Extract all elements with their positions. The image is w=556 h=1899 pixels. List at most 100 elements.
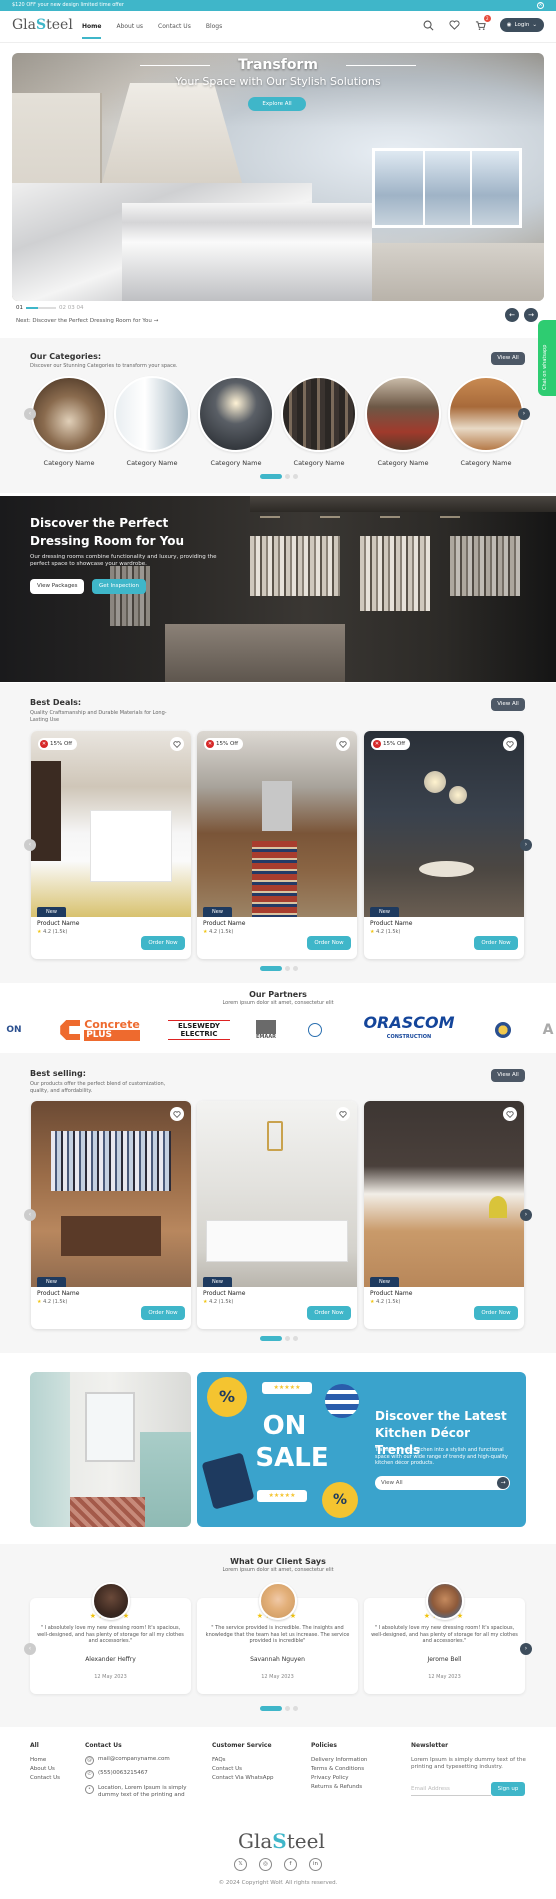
footer-link-faqs[interactable]: FAQs [212, 1757, 226, 1763]
best-deals-view-all-button[interactable]: View All [491, 698, 525, 711]
pagination-dot[interactable] [285, 966, 290, 971]
testimonials-prev-button[interactable]: ‹ [24, 1643, 36, 1655]
footer-link-contact[interactable]: Contact Us [30, 1775, 60, 1781]
category-image[interactable] [114, 376, 190, 452]
testimonial-name: Alexander Heffry [85, 1656, 136, 1663]
order-now-button[interactable]: Order Now [307, 936, 351, 950]
footer-email[interactable]: @ mail@companyname.com [85, 1756, 170, 1765]
partners-title: Our Partners [249, 990, 307, 999]
order-now-button[interactable]: Order Now [141, 1306, 185, 1320]
chevron-down-icon: ⌄ [532, 22, 537, 28]
testimonials-next-button[interactable]: › [520, 1643, 532, 1655]
close-icon[interactable]: × [537, 2, 544, 9]
footer-phone[interactable]: ✆ (555)0063215467 [85, 1770, 148, 1779]
nav-link-contact[interactable]: Contact Us [158, 11, 191, 43]
partner-logo: ON [6, 1025, 22, 1035]
signup-button[interactable]: Sign up [491, 1782, 525, 1796]
best-selling-view-all-button[interactable]: View All [491, 1069, 525, 1082]
x-twitter-icon[interactable]: 𝕏 [234, 1858, 247, 1871]
pagination-dot[interactable] [293, 1706, 298, 1711]
pagination-dot[interactable] [293, 1336, 298, 1341]
order-now-button[interactable]: Order Now [474, 1306, 518, 1320]
product-card[interactable]: New Product Name ★ 4.2 (1.5k) Order Now [31, 1101, 191, 1329]
partner-logo [490, 1013, 516, 1047]
wishlist-heart-icon[interactable] [170, 1107, 184, 1121]
get-inspection-button[interactable]: Get Inspection [92, 579, 146, 594]
product-card[interactable]: ✕ 15% Off New Product Name ★ 4.2 (1.5k) O… [364, 731, 524, 959]
hero-prev-button[interactable]: ← [505, 308, 519, 322]
footer-contact-title: Contact Us [85, 1742, 122, 1749]
categories-prev-button[interactable]: ‹ [24, 408, 36, 420]
pagination-dot[interactable] [260, 1706, 282, 1711]
order-now-button[interactable]: Order Now [474, 936, 518, 950]
order-now-button[interactable]: Order Now [141, 936, 185, 950]
nav-link-about[interactable]: About us [116, 11, 143, 43]
wishlist-heart-icon[interactable] [336, 1107, 350, 1121]
nav-link-blogs[interactable]: Blogs [206, 11, 222, 43]
pagination-dot[interactable] [285, 474, 290, 479]
testimonials-desc: Lorem ipsum dolor sit amet, consectetur … [222, 1567, 334, 1573]
testimonial-text: " I absolutely love my new dressing room… [37, 1625, 184, 1644]
cart-icon[interactable]: 2 [474, 15, 491, 32]
sale-view-all-button[interactable]: View All → [375, 1476, 510, 1490]
star-icon: ★ [370, 1299, 375, 1305]
hero-next-button[interactable]: → [524, 308, 538, 322]
hero-banner: Transform Your Space with Our Stylish So… [12, 53, 544, 301]
categories-next-button[interactable]: › [518, 408, 530, 420]
product-card[interactable]: ✕ 15% Off New Product Name ★ 4.2 (1.5k) O… [31, 731, 191, 959]
pagination-dot[interactable] [285, 1336, 290, 1341]
product-card[interactable]: ✕ 15% Off New Product Name ★ 4.2 (1.5k) O… [197, 731, 357, 959]
footer-link-about[interactable]: About Us [30, 1766, 55, 1772]
category-image[interactable] [365, 376, 441, 452]
category-image[interactable] [281, 376, 357, 452]
pagination-dot[interactable] [293, 474, 298, 479]
pagination-dot[interactable] [285, 1706, 290, 1711]
pagination-dot[interactable] [260, 966, 282, 971]
nav-icons: 2 ◉ Login ⌄ [422, 15, 544, 32]
order-now-button[interactable]: Order Now [307, 1306, 351, 1320]
newsletter-email-input[interactable]: Email Address [411, 1782, 491, 1796]
next-slide-link[interactable]: Next: Discover the Perfect Dressing Room… [16, 318, 158, 324]
pagination-dot[interactable] [293, 966, 298, 971]
login-button[interactable]: ◉ Login ⌄ [499, 18, 544, 32]
product-card[interactable]: New Product Name ★ 4.2 (1.5k) Order Now [197, 1101, 357, 1329]
best-deals-desc: Quality Craftsmanship and Durable Materi… [30, 710, 167, 723]
explore-all-button[interactable]: Explore All [248, 97, 306, 111]
wishlist-heart-icon[interactable] [503, 1107, 517, 1121]
category-image[interactable] [31, 376, 107, 452]
best-deals-prev-button[interactable]: ‹ [24, 839, 36, 851]
partner-logo: ORASCOM CONSTRUCTION [363, 1013, 455, 1041]
footer-link-delivery[interactable]: Delivery Information [311, 1757, 367, 1763]
footer-logo[interactable]: GlaSteel [238, 1829, 325, 1853]
wishlist-heart-icon[interactable] [170, 737, 184, 751]
product-card[interactable]: New Product Name ★ 4.2 (1.5k) Order Now [364, 1101, 524, 1329]
best-selling-prev-button[interactable]: ‹ [24, 1209, 36, 1221]
best-deals-next-button[interactable]: › [520, 839, 532, 851]
view-packages-button[interactable]: View Packages [30, 579, 85, 594]
best-selling-desc: Our products offer the perfect blend of … [30, 1081, 166, 1094]
footer-link-terms[interactable]: Terms & Conditions [311, 1766, 364, 1772]
footer-link-home[interactable]: Home [30, 1757, 46, 1763]
testimonial-date: 12 May 2023 [94, 1674, 127, 1680]
search-icon[interactable] [422, 18, 436, 32]
wishlist-heart-icon[interactable] [336, 737, 350, 751]
facebook-icon[interactable]: f [284, 1858, 297, 1871]
whatsapp-chat-tab[interactable]: Chat on whatsapp [538, 320, 556, 396]
nav-link-home[interactable]: Home [82, 11, 102, 43]
pagination-dot[interactable] [260, 1336, 282, 1341]
product-rating: ★ 4.2 (1.5k) [203, 929, 234, 935]
footer-link-privacy[interactable]: Privacy Policy [311, 1775, 348, 1781]
logo[interactable]: GlaSteel [12, 17, 73, 33]
wishlist-heart-icon[interactable] [503, 737, 517, 751]
linkedin-icon[interactable]: in [309, 1858, 322, 1871]
categories-view-all-button[interactable]: View All [491, 352, 525, 365]
category-image[interactable] [448, 376, 524, 452]
best-selling-next-button[interactable]: › [520, 1209, 532, 1221]
heart-icon[interactable] [448, 18, 462, 32]
footer-link-contact-us[interactable]: Contact Us [212, 1766, 242, 1772]
footer-link-returns[interactable]: Returns & Refunds [311, 1784, 362, 1790]
category-image[interactable] [198, 376, 274, 452]
pagination-dot[interactable] [260, 474, 282, 479]
footer-link-whatsapp[interactable]: Contact Via WhatsApp [212, 1775, 274, 1781]
instagram-icon[interactable]: ◎ [259, 1858, 272, 1871]
